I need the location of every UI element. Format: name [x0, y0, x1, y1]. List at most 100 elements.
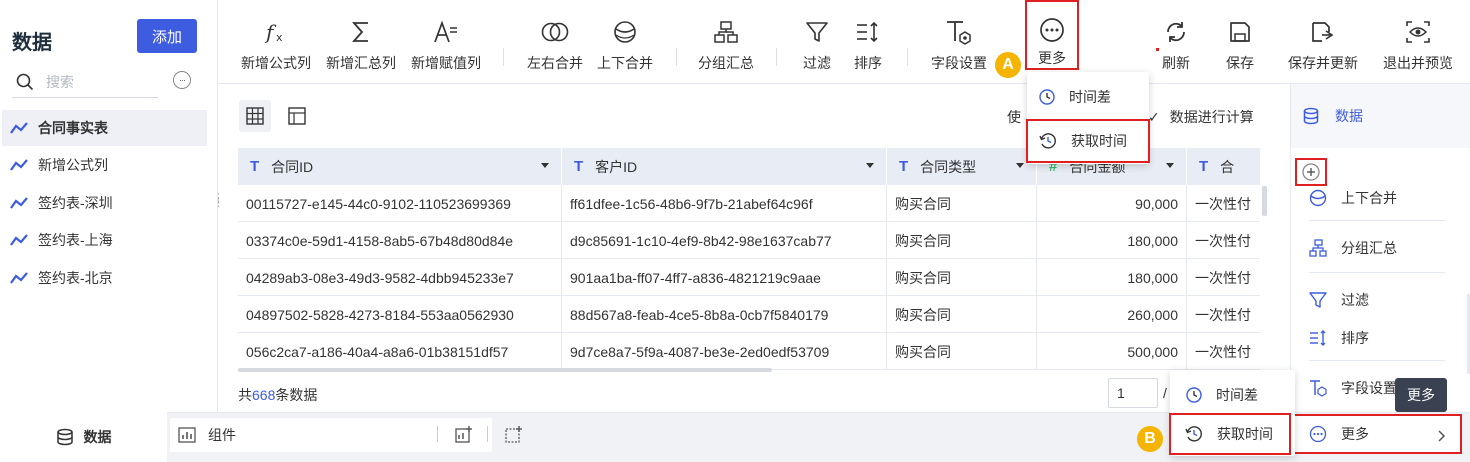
menu-item-get-time[interactable]: 获取时间 — [1026, 119, 1150, 163]
toolbar-label: 新增公式列 — [241, 55, 311, 71]
toolbar-divider — [676, 48, 677, 66]
right-item-merge-up-down[interactable]: 上下合并 — [1309, 188, 1397, 208]
toolbar-label: 左右合并 — [527, 55, 583, 71]
sort-button[interactable]: 排序 — [843, 0, 893, 84]
add-chart-button[interactable] — [455, 426, 473, 447]
text-type-icon: T — [574, 158, 584, 175]
sidebar-item-shenzhen[interactable]: 签约表-深圳 — [2, 185, 207, 221]
chevron-down-icon[interactable] — [1166, 163, 1174, 168]
total-prefix: 共 — [238, 387, 252, 403]
add-summary-column-button[interactable]: 新增汇总列 — [321, 0, 401, 84]
text-type-icon: T — [899, 158, 909, 175]
toolbar-label: 字段设置 — [931, 55, 987, 71]
right-item-sort[interactable]: 排序 — [1309, 328, 1369, 348]
calc-option-check[interactable]: ✓ 数据进行计算 — [1148, 107, 1254, 127]
layout-view-button[interactable] — [281, 100, 313, 132]
sort-icon — [1310, 330, 1326, 346]
toolbar-label: 保存 — [1226, 55, 1254, 71]
merge-left-right-button[interactable]: 左右合并 — [520, 0, 590, 84]
right-item-label: 字段设置 — [1341, 380, 1397, 396]
right-item-group-summary[interactable]: 分组汇总 — [1309, 238, 1397, 258]
table-cell: 500,000 — [1037, 333, 1187, 370]
table-cell: 03374c0e-59d1-4158-8ab5-67b48d80d84e — [238, 222, 562, 259]
table-cell: 购买合同 — [887, 185, 1037, 222]
dataset-icon — [10, 197, 28, 209]
sidebar-item-label: 合同事实表 — [38, 120, 108, 136]
resize-handle[interactable]: ⋮ ⋮ — [213, 193, 224, 209]
sidebar-more-icon[interactable]: ··· — [173, 71, 191, 89]
table-cell: 一次性付 — [1187, 333, 1260, 370]
vertical-scrollbar[interactable] — [1262, 186, 1267, 216]
field-settings-button[interactable]: 字段设置 — [923, 0, 995, 84]
total-count: 668 — [252, 387, 276, 403]
tab-component[interactable]: 组件 — [170, 418, 492, 452]
table-cell: 260,000 — [1037, 296, 1187, 333]
table-cell: 180,000 — [1037, 259, 1187, 296]
insert-step-button[interactable] — [1295, 158, 1327, 186]
table-cell: 00115727-e145-44c0-9102-110523699369 — [238, 185, 562, 222]
add-assign-column-button[interactable]: 新增赋值列 — [406, 0, 486, 84]
sidebar-item-shanghai[interactable]: 签约表-上海 — [2, 222, 207, 258]
sidebar-item-beijing[interactable]: 签约表-北京 — [2, 260, 207, 296]
grid-view-button[interactable] — [239, 100, 271, 132]
sidebar-item-contract-fact[interactable]: 合同事实表 — [2, 110, 207, 146]
right-item-field-settings[interactable]: 字段设置 — [1309, 378, 1397, 398]
search-input[interactable]: 搜索 — [12, 66, 158, 98]
exit-and-preview-button[interactable]: 退出并预览 — [1377, 0, 1459, 84]
table-cell: ff61dfee-1c56-48b6-9f7b-21abef64c96f — [562, 185, 887, 222]
chevron-right-icon — [1438, 430, 1446, 442]
menu-item-get-time[interactable]: 获取时间 — [1169, 413, 1291, 455]
menu-item-label: 时间差 — [1069, 89, 1111, 105]
menu-item-time-diff[interactable]: 时间差 — [1039, 84, 1111, 110]
table-cell: 9d7ce8a7-5f9a-4087-be3e-2ed0edf53709 — [562, 333, 887, 370]
more-icon — [1040, 17, 1064, 42]
chevron-down-icon[interactable] — [866, 163, 874, 168]
save-button[interactable]: 保存 — [1218, 0, 1262, 84]
tab-data[interactable]: 数据 — [0, 412, 167, 462]
menu-item-time-diff[interactable]: 时间差 — [1186, 382, 1258, 408]
column-header-payment[interactable]: T合 — [1187, 148, 1260, 185]
more-tooltip: 更多 — [1395, 378, 1447, 412]
merge-up-down-button[interactable]: 上下合并 — [590, 0, 660, 84]
refresh-button[interactable]: 刷新 — [1155, 0, 1197, 84]
page-input[interactable]: 1 — [1108, 378, 1158, 408]
calc-option-text: 数据进行计算 — [1169, 109, 1254, 125]
add-component-button[interactable] — [505, 426, 523, 447]
layout-view-icon — [288, 107, 306, 125]
group-summary-button[interactable]: 分组汇总 — [690, 0, 762, 84]
save-and-update-button[interactable]: 保存并更新 — [1283, 0, 1363, 84]
merge-ud-icon — [1309, 189, 1327, 207]
right-item-label: 过滤 — [1341, 292, 1369, 308]
table-cell: 购买合同 — [887, 296, 1037, 333]
column-header-customer-id[interactable]: T 客户ID — [562, 148, 887, 185]
sidebar-item-formula-col[interactable]: 新增公式列 — [2, 147, 207, 183]
tab-divider — [487, 426, 488, 442]
dataset-icon — [10, 122, 28, 134]
right-item-label: 排序 — [1341, 330, 1369, 346]
preview-icon — [1406, 21, 1430, 43]
right-item-label: 更多 — [1341, 426, 1369, 442]
toolbar-label: 保存并更新 — [1288, 55, 1358, 71]
divider — [1309, 220, 1445, 221]
more-button[interactable]: 更多 — [1025, 0, 1079, 70]
add-formula-column-button[interactable]: fx 新增公式列 — [236, 0, 316, 84]
calc-option-label: 使 — [1007, 109, 1021, 125]
horizontal-scrollbar[interactable] — [238, 368, 772, 372]
toolbar-label: 刷新 — [1162, 55, 1190, 71]
filter-button[interactable]: 过滤 — [792, 0, 842, 84]
table-cell: 一次性付 — [1187, 259, 1260, 296]
dataset-icon — [10, 159, 28, 171]
column-header-contract-type[interactable]: T 合同类型 — [887, 148, 1037, 185]
toolbar-label: 分组汇总 — [698, 55, 754, 71]
right-item-filter[interactable]: 过滤 — [1309, 290, 1369, 310]
right-item-more[interactable]: 更多 — [1293, 414, 1462, 454]
table-cell: 056c2ca7-a186-40a4-a8a6-01b38151df57 — [238, 333, 562, 370]
dataset-sidebar: 数据 添加 搜索 ··· 合同事实表 新增公式列 签约表-深圳 签约表-上海 签… — [0, 0, 224, 462]
toolbar-label: 上下合并 — [597, 55, 653, 71]
column-header-contract-id[interactable]: T 合同ID — [238, 148, 562, 185]
chevron-down-icon[interactable] — [1016, 163, 1024, 168]
add-button[interactable]: 添加 — [137, 19, 197, 53]
table-cell: 04897502-5828-4273-8184-553aa0562930 — [238, 296, 562, 333]
row-count: 共668条数据 — [238, 385, 317, 405]
chevron-down-icon[interactable] — [541, 163, 549, 168]
